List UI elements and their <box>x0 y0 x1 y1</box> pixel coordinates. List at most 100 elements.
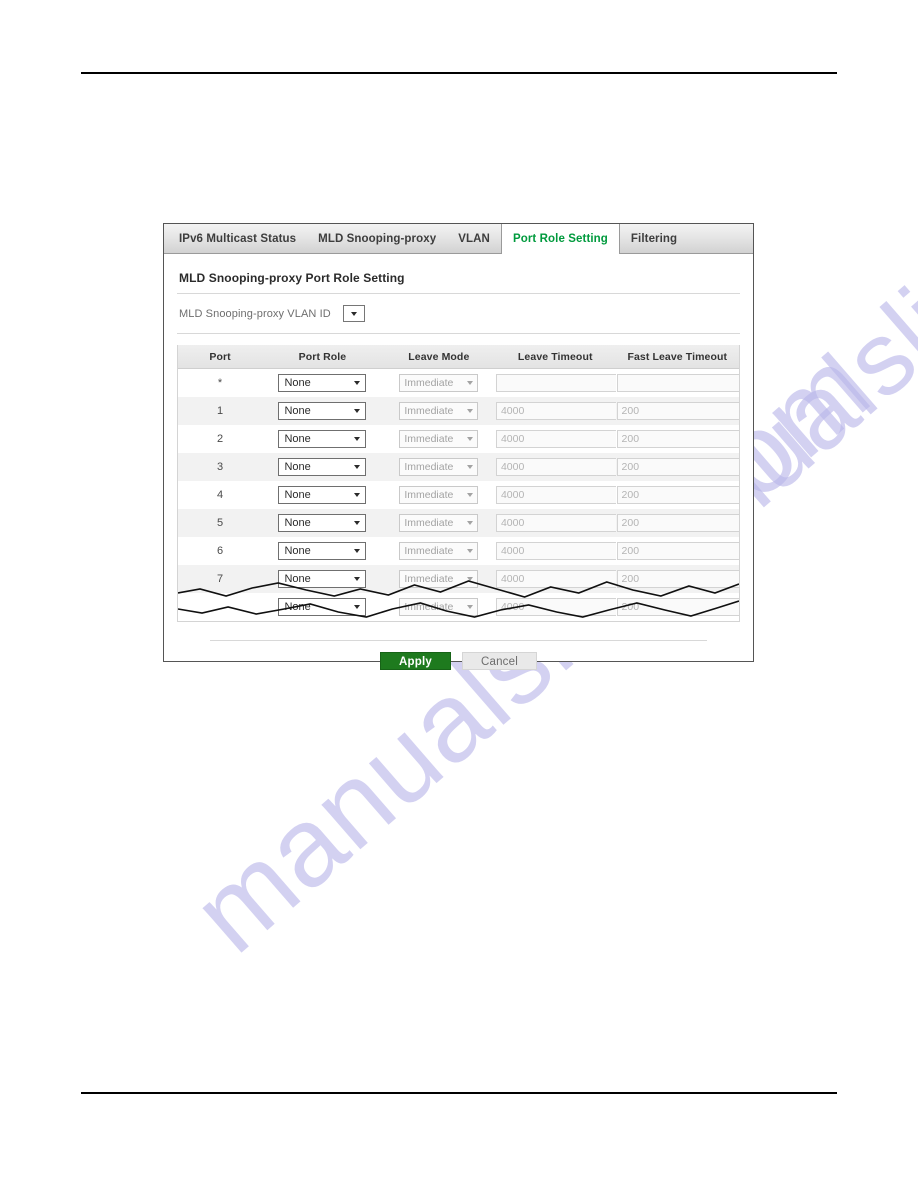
leave-mode-select[interactable]: Immediate <box>399 486 479 504</box>
port-role-select[interactable]: None <box>278 514 367 532</box>
cell-leave-timeout: 4000 <box>494 565 620 593</box>
chevron-down-icon <box>354 549 361 553</box>
port-role-select[interactable]: None <box>278 542 367 560</box>
leave-mode-select[interactable]: Immediate <box>399 514 479 532</box>
leave-mode-select[interactable]: Immediate <box>399 598 479 616</box>
leave-mode-select[interactable]: Immediate <box>399 430 479 448</box>
port-role-table: Port Port Role Leave Mode Leave Timeout … <box>178 345 739 621</box>
cell-port-role: None <box>262 481 383 509</box>
leave-timeout-input[interactable] <box>495 374 620 392</box>
tab-label: Filtering <box>630 232 678 245</box>
table-row: 5 None Immediate 4000 200 <box>178 509 739 537</box>
cell-port: * <box>178 368 263 397</box>
port-role-select[interactable]: None <box>278 430 367 448</box>
leave-mode-select[interactable]: Immediate <box>399 570 479 588</box>
cell-leave-timeout: 4000 <box>494 509 620 537</box>
leave-timeout-input[interactable]: 4000 <box>495 570 620 588</box>
cell-port: 6 <box>178 537 263 565</box>
tab-vlan[interactable]: VLAN <box>447 224 501 253</box>
table-row: None Immediate 4000 200 <box>178 593 739 621</box>
cell-leave-timeout: 4000 <box>494 397 620 425</box>
tab-label: MLD Snooping-proxy <box>318 232 437 245</box>
fast-leave-timeout-input[interactable]: 200 <box>616 570 739 588</box>
chevron-down-icon <box>467 381 474 385</box>
tab-label: VLAN <box>458 232 490 245</box>
column-header-fast-leave-timeout: Fast Leave Timeout <box>615 345 739 369</box>
table-row: 1 None Immediate 4000 200 <box>178 397 739 425</box>
cell-leave-mode: Immediate <box>382 397 495 425</box>
leave-timeout-input[interactable]: 4000 <box>495 598 620 616</box>
chevron-down-icon <box>354 437 361 441</box>
cell-leave-mode: Immediate <box>382 593 495 621</box>
port-role-value: None <box>284 489 311 501</box>
leave-timeout-input[interactable]: 4000 <box>495 514 620 532</box>
fast-leave-timeout-input[interactable]: 200 <box>616 542 739 560</box>
chevron-down-icon <box>467 549 474 553</box>
chevron-down-icon <box>354 493 361 497</box>
cell-port: 2 <box>178 425 263 453</box>
leave-timeout-input[interactable]: 4000 <box>495 486 620 504</box>
chevron-down-icon <box>467 577 474 581</box>
fast-leave-timeout-input[interactable]: 200 <box>616 514 739 532</box>
column-header-port: Port <box>178 345 263 369</box>
tab-filtering[interactable]: Filtering <box>620 224 688 253</box>
leave-timeout-input[interactable]: 4000 <box>495 458 620 476</box>
chevron-down-icon <box>350 311 357 316</box>
chevron-down-icon <box>354 577 361 581</box>
chevron-down-icon <box>467 605 474 609</box>
table-header-row: Port Port Role Leave Mode Leave Timeout … <box>178 345 739 369</box>
fast-leave-timeout-input[interactable]: 200 <box>616 430 739 448</box>
port-role-select[interactable]: None <box>278 374 367 392</box>
cell-leave-timeout <box>494 368 620 397</box>
port-role-value: None <box>284 601 311 613</box>
leave-timeout-input[interactable]: 4000 <box>495 402 620 420</box>
tab-mld-snooping-proxy[interactable]: MLD Snooping-proxy <box>307 224 447 253</box>
cell-fast-leave-timeout: 200 <box>615 397 739 425</box>
port-role-select[interactable]: None <box>278 486 367 504</box>
cell-leave-timeout: 4000 <box>494 593 620 621</box>
leave-timeout-input[interactable]: 4000 <box>495 430 620 448</box>
section-title: MLD Snooping-proxy Port Role Setting <box>177 254 740 294</box>
page-bottom-rule <box>81 1092 837 1094</box>
device-web-ui-panel: IPv6 Multicast Status MLD Snooping-proxy… <box>163 223 754 670</box>
tab-ipv6-multicast-status[interactable]: IPv6 Multicast Status <box>168 224 307 253</box>
cell-leave-mode: Immediate <box>382 509 495 537</box>
tab-port-role-setting[interactable]: Port Role Setting <box>500 224 620 254</box>
chevron-down-icon <box>354 409 361 413</box>
vlan-id-select[interactable] <box>342 305 365 322</box>
cell-port-role: None <box>262 425 383 453</box>
fast-leave-timeout-input[interactable]: 200 <box>616 458 739 476</box>
cell-leave-mode: Immediate <box>382 453 495 481</box>
chevron-down-icon <box>467 493 474 497</box>
port-role-select[interactable]: None <box>278 402 367 420</box>
leave-mode-select[interactable]: Immediate <box>399 458 479 476</box>
leave-mode-select[interactable]: Immediate <box>399 374 479 392</box>
leave-mode-select[interactable]: Immediate <box>399 402 479 420</box>
fast-leave-timeout-input[interactable] <box>616 374 739 392</box>
leave-timeout-input[interactable]: 4000 <box>495 542 620 560</box>
port-role-select[interactable]: None <box>278 598 367 616</box>
cell-fast-leave-timeout: 200 <box>615 453 739 481</box>
cell-port-role: None <box>262 368 383 397</box>
table-row: 3 None Immediate 4000 200 <box>178 453 739 481</box>
cell-port: 4 <box>178 481 263 509</box>
leave-mode-select[interactable]: Immediate <box>399 542 479 560</box>
cell-port: 5 <box>178 509 263 537</box>
fast-leave-timeout-input[interactable]: 200 <box>616 402 739 420</box>
cell-fast-leave-timeout: 200 <box>615 537 739 565</box>
port-role-value: None <box>284 433 311 445</box>
column-header-leave-mode: Leave Mode <box>382 345 495 369</box>
apply-button[interactable]: Apply <box>380 652 451 670</box>
cell-leave-timeout: 4000 <box>494 453 620 481</box>
port-role-select[interactable]: None <box>278 458 367 476</box>
port-role-select[interactable]: None <box>278 570 367 588</box>
cancel-button[interactable]: Cancel <box>461 652 537 670</box>
vlan-id-row: MLD Snooping-proxy VLAN ID <box>177 294 740 334</box>
fast-leave-timeout-input[interactable]: 200 <box>616 598 739 616</box>
cell-fast-leave-timeout: 200 <box>615 481 739 509</box>
tab-label: IPv6 Multicast Status <box>179 232 297 245</box>
fast-leave-timeout-input[interactable]: 200 <box>616 486 739 504</box>
cell-port: 3 <box>178 453 263 481</box>
chevron-down-icon <box>354 381 361 385</box>
leave-mode-value: Immediate <box>404 601 454 613</box>
